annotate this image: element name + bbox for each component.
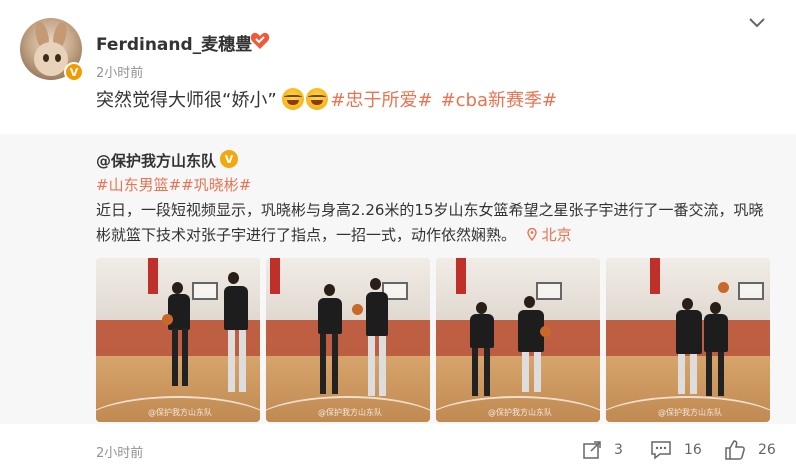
repost-button[interactable]: 3 — [582, 438, 623, 462]
verified-badge-icon: V — [220, 150, 238, 168]
photo-thumbnail[interactable]: @保护我方山东队 — [266, 258, 430, 422]
location-link[interactable]: 北京 — [542, 226, 572, 244]
laugh-emoji-icon — [306, 88, 329, 110]
comment-icon — [651, 441, 671, 460]
username[interactable]: Ferdinand_麦穗豊 — [96, 30, 252, 55]
post-time[interactable]: 2小时前 — [96, 62, 143, 81]
photo-thumbnail[interactable]: @保护我方山东队 — [96, 258, 260, 422]
repost-icon — [583, 441, 601, 459]
original-hashtags[interactable]: #山东男篮##巩晓彬# — [96, 174, 251, 195]
location-pin-icon — [527, 228, 537, 241]
original-author[interactable]: @保护我方山东队 — [96, 150, 216, 171]
photo-thumbnail[interactable]: @保护我方山东队 — [436, 258, 600, 422]
weibo-post-card: V Ferdinand_麦穗豊 2小时前 突然觉得大师很“娇小” #忠于所爱# #… — [0, 0, 796, 472]
original-text: 近日，一段短视频显示，巩晓彬与身高2.26米的15岁山东女篮希望之星张子宇进行了… — [96, 198, 768, 248]
verified-badge-icon: V — [64, 62, 84, 82]
hashtag-link[interactable]: #忠于所爱# — [330, 90, 432, 111]
post-text: 突然觉得大师很“娇小” #忠于所爱# #cba新赛季# — [96, 86, 557, 112]
original-text-body: 近日，一段短视频显示，巩晓彬与身高2.26米的15岁山东女篮希望之星张子宇进行了… — [96, 201, 764, 244]
hashtag-link[interactable]: #cba新赛季# — [441, 90, 558, 111]
photo-thumbnail[interactable]: @保护我方山东队 — [606, 258, 770, 422]
post-text-main: 突然觉得大师很“娇小” — [96, 90, 277, 111]
footer-time[interactable]: 2小时前 — [96, 442, 143, 461]
like-icon — [725, 440, 745, 460]
chevron-down-icon[interactable] — [748, 16, 766, 30]
comment-button[interactable]: 16 — [650, 438, 702, 462]
heart-badge-icon — [250, 32, 270, 49]
repost-count: 3 — [614, 442, 623, 458]
image-grid: @保护我方山东队 @保护我方山东队 @保护我方山东队 @保护我方山东队 — [96, 258, 772, 422]
reposted-content[interactable]: @保护我方山东队 V #山东男篮##巩晓彬# 近日，一段短视频显示，巩晓彬与身高… — [0, 134, 796, 424]
like-button[interactable]: 26 — [724, 438, 776, 462]
comment-count: 16 — [684, 442, 702, 458]
laugh-emoji-icon — [282, 88, 305, 110]
like-count: 26 — [758, 442, 776, 458]
